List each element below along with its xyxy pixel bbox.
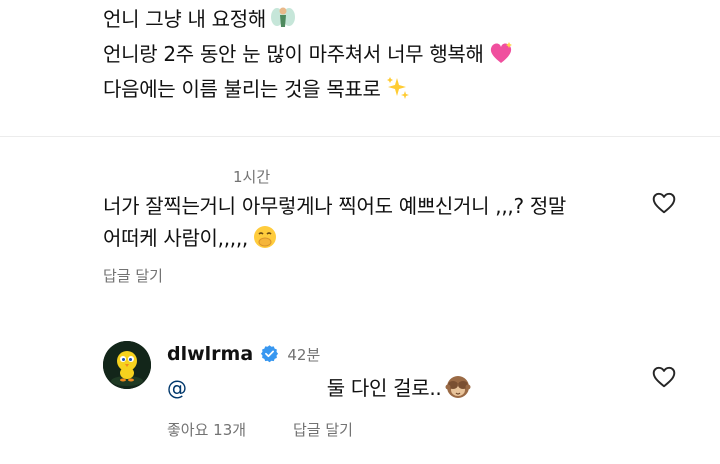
sparkles-emoji bbox=[386, 77, 409, 99]
comment2-username[interactable]: dlwlrma bbox=[167, 343, 253, 365]
caption-text-2: 언니랑 2주 동안 눈 많이 마주쳐서 너무 행복해 bbox=[103, 42, 484, 66]
comment2-body: 둘 다인 걸로.. bbox=[326, 376, 442, 400]
caption-line-3: 다음에는 이름 불리는 것을 목표로 bbox=[103, 75, 411, 103]
caption-line-1: 언니 그냥 내 요정해 bbox=[103, 5, 296, 33]
comment2-likes-count[interactable]: 좋아요 13개 bbox=[167, 419, 246, 440]
comment2-reply-button[interactable]: 답글 달기 bbox=[293, 419, 353, 440]
comment2-header: dlwlrma 42분 bbox=[167, 343, 320, 365]
caption-text-3: 다음에는 이름 불리는 것을 목표로 bbox=[103, 77, 381, 101]
comment1-like-heart-icon[interactable] bbox=[651, 190, 677, 216]
tweety-icon bbox=[103, 341, 151, 389]
comment1-timestamp: 1시간 bbox=[233, 168, 271, 186]
sparkling-heart-emoji bbox=[490, 42, 512, 63]
caption-line-2: 언니랑 2주 동안 눈 많이 마주쳐서 너무 행복해 bbox=[103, 40, 514, 68]
comment2-timestamp: 42분 bbox=[287, 346, 321, 364]
comment2-like-heart-icon[interactable] bbox=[651, 364, 677, 390]
tweety-avatar[interactable] bbox=[103, 341, 151, 389]
comment1-text-2: 어떠케 사람이,,,,, bbox=[103, 226, 248, 250]
comment1-reply-button[interactable]: 답글 달기 bbox=[103, 265, 163, 286]
section-divider bbox=[0, 136, 720, 137]
see-no-evil-monkey-emoji bbox=[445, 376, 471, 398]
comment2-text: @ 둘 다인 걸로.. bbox=[167, 372, 471, 404]
comment1-line-1: 너가 잘찍는거니 아무렇게나 찍어도 예쁘신거니 ,,,? 정말 bbox=[103, 194, 567, 218]
fairy-emoji bbox=[270, 7, 295, 27]
face-with-hand-over-mouth-emoji bbox=[253, 226, 276, 248]
caption-text-1: 언니 그냥 내 요정해 bbox=[103, 7, 266, 31]
comment1-line-2: 어떠케 사람이,,,,, bbox=[103, 222, 278, 254]
comment2-mention[interactable]: @ bbox=[167, 376, 187, 400]
verified-badge-icon bbox=[261, 345, 279, 363]
